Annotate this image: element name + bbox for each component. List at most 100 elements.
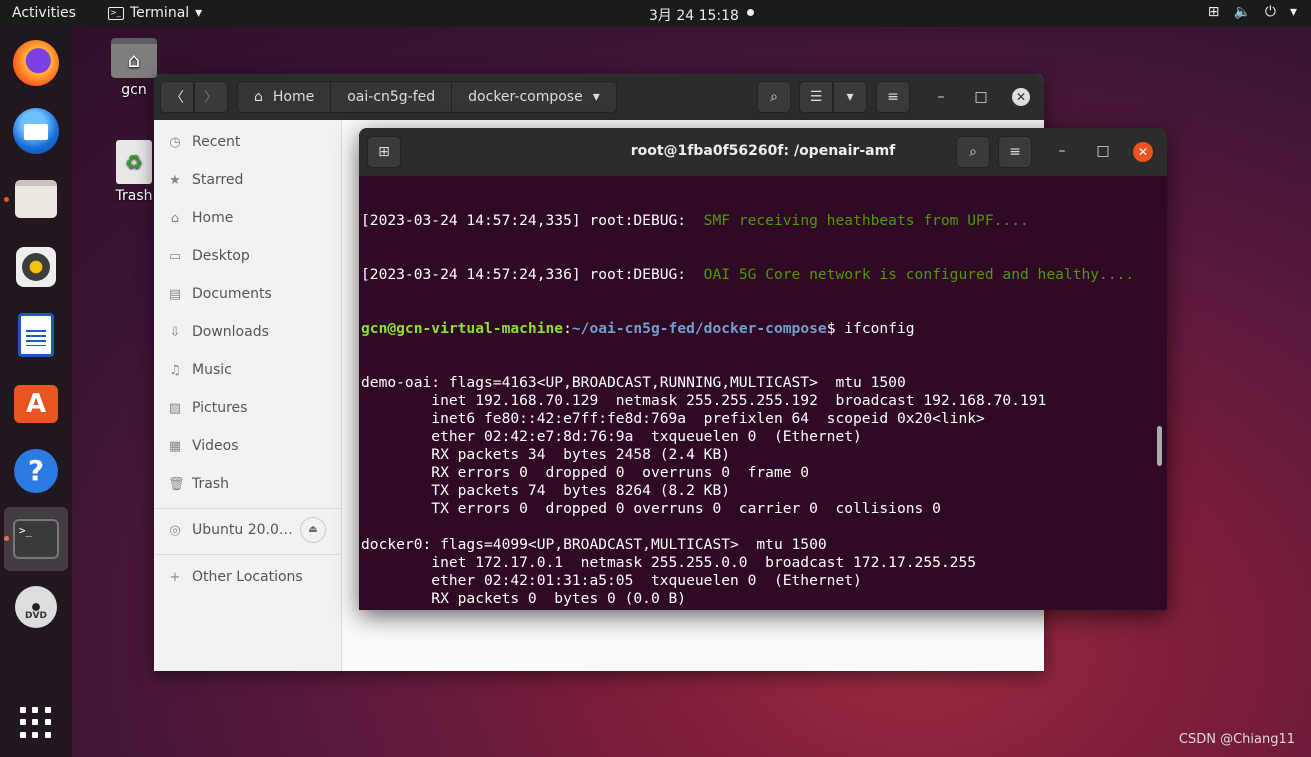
output-line: ether 02:42:e7:8d:76:9a txqueuelen 0 (Et… (361, 428, 862, 445)
ifconfig-output: demo-oai: flags=4163<UP,BROADCAST,RUNNIN… (361, 374, 1157, 610)
prompt-command: $ ifconfig (826, 320, 915, 337)
eject-button[interactable]: ⏏ (300, 517, 326, 543)
sidebar-item-pictures[interactable]: ▨ Pictures (168, 396, 248, 420)
sidebar-item-downloads[interactable]: ⇩ Downloads (168, 320, 269, 344)
breadcrumb-docker-compose[interactable]: docker-compose ▾ (452, 82, 616, 112)
sidebar-item-desktop[interactable]: ▭ Desktop (168, 244, 250, 268)
home-icon: ⌂ (254, 89, 263, 105)
watermark: CSDN @Chiang11 (1178, 732, 1295, 747)
sidebar-item-label: Recent (192, 134, 241, 150)
terminal-output[interactable]: [2023-03-24 14:57:24,335] root:DEBUG: SM… (361, 176, 1157, 610)
forward-button[interactable]: 〉 (194, 81, 228, 113)
log-message: SMF receiving heathbeats from UPF.... (703, 212, 1029, 229)
sidebar-item-label: Other Locations (192, 569, 303, 585)
dvd-icon: DVD (15, 586, 57, 628)
prompt-separator: : (563, 320, 572, 337)
chevron-down-icon: ▾ (592, 89, 600, 105)
log-prefix: [2023-03-24 14:57:24,336] root:DEBUG: (361, 266, 704, 283)
output-line: RX errors 0 dropped 0 overruns 0 frame 0 (361, 464, 810, 481)
breadcrumb-item: docker-compose (468, 89, 583, 105)
maximize-button[interactable]: □ (972, 88, 990, 106)
sidebar-item-volume[interactable]: ◎ Ubuntu 20.0… (168, 518, 293, 542)
desktop-folder-icon: ▭ (168, 248, 182, 264)
terminal-icon: >_ (108, 6, 124, 20)
download-icon: ⇩ (169, 324, 181, 340)
dock-terminal[interactable]: >_ (4, 507, 68, 571)
sidebar-item-label: Starred (192, 172, 244, 188)
dock-firefox[interactable] (10, 37, 62, 89)
sidebar-item-music[interactable]: ♫ Music (168, 358, 232, 382)
terminal-close-button[interactable]: ✕ (1133, 142, 1153, 162)
files-sidebar: ◷ Recent ★ Starred ⌂ Home ▭ Desktop ▤ Documen… (154, 120, 342, 671)
sidebar-item-label: Pictures (192, 400, 248, 416)
volume-icon: 🔈 (1233, 4, 1251, 20)
sidebar-item-documents[interactable]: ▤ Documents (168, 282, 272, 306)
dock-rhythmbox[interactable] (10, 241, 62, 293)
trash-icon: ♻ (116, 140, 152, 184)
app-menu-label: Terminal (130, 5, 190, 21)
show-applications-icon[interactable] (20, 707, 52, 739)
dock-thunderbird[interactable] (10, 105, 62, 157)
back-button[interactable]: 〈 (160, 81, 194, 113)
chevron-right-icon: 〉 (204, 90, 218, 106)
clock-icon: ◷ (169, 134, 181, 150)
sidebar-item-home[interactable]: ⌂ Home (168, 206, 233, 230)
eject-icon: ⏏ (308, 524, 318, 535)
clock[interactable]: 3月 24 15:18 (649, 5, 739, 25)
close-button[interactable]: ✕ (1012, 88, 1030, 106)
terminal-minimize-button[interactable]: – (1053, 142, 1071, 160)
top-bar: Activities >_ Terminal ▾ 3月 24 15:18 ⊞ 🔈… (0, 0, 1311, 27)
output-line: RX errors 0 dropped 0 overruns 0 frame 0 (361, 608, 1157, 610)
output-line: ether 02:42:01:31:a5:05 txqueuelen 0 (Et… (361, 572, 862, 589)
terminal-menu-button[interactable]: ≡ (998, 136, 1032, 168)
chevron-down-icon: ▾ (1289, 4, 1297, 20)
sidebar-item-starred[interactable]: ★ Starred (168, 168, 243, 192)
breadcrumb: ⌂ Home oai-cn5g-fed docker-compose ▾ (237, 81, 617, 113)
home-icon: ⌂ (170, 210, 180, 226)
trash-icon: 🗑 (168, 476, 185, 492)
breadcrumb-oai[interactable]: oai-cn5g-fed (331, 82, 453, 112)
dock-help[interactable]: ? (10, 445, 62, 497)
view-options-button[interactable]: ▾ (833, 81, 867, 113)
running-indicator-icon (4, 197, 9, 202)
star-icon: ★ (169, 172, 181, 188)
dock-files[interactable] (10, 173, 62, 225)
network-icon: ⊞ (1207, 4, 1220, 20)
terminal-window: ⊞ root@1fba0f56260f: /openair-amf ⌕ ≡ – … (359, 128, 1167, 610)
breadcrumb-item: Home (272, 89, 315, 105)
system-tray[interactable]: ⊞ 🔈 ⏻ ▾ (1208, 4, 1297, 20)
sidebar-item-trash[interactable]: 🗑 Trash (168, 472, 229, 496)
terminal-headerbar: ⊞ root@1fba0f56260f: /openair-amf ⌕ ≡ – … (359, 128, 1167, 176)
minimize-button[interactable]: – (932, 88, 950, 106)
activities-button[interactable]: Activities (12, 5, 76, 21)
sidebar-divider (154, 508, 342, 509)
chevron-left-icon: 〈 (170, 90, 184, 106)
sidebar-item-videos[interactable]: ▦ Videos (168, 434, 239, 458)
terminal-maximize-button[interactable]: □ (1094, 142, 1112, 160)
sidebar-item-other-locations[interactable]: + Other Locations (168, 565, 303, 589)
disc-icon: ◎ (169, 522, 181, 538)
dock-software[interactable]: A (10, 375, 62, 427)
output-line: demo-oai: flags=4163<UP,BROADCAST,RUNNIN… (361, 374, 906, 391)
sidebar-item-recent[interactable]: ◷ Recent (168, 130, 240, 154)
desktop-home-label: gcn (121, 82, 147, 98)
terminal-search-button[interactable]: ⌕ (956, 136, 990, 168)
log-line: [2023-03-24 14:57:24,335] root:DEBUG: SM… (361, 212, 1157, 230)
breadcrumb-home[interactable]: ⌂ Home (238, 82, 332, 112)
files-icon (15, 180, 57, 218)
dock-writer[interactable] (10, 309, 62, 361)
sidebar-item-label: Music (192, 362, 232, 378)
software-store-icon: A (14, 385, 58, 423)
search-button[interactable]: ⌕ (757, 81, 791, 113)
view-list-button[interactable]: ☰ (799, 81, 833, 113)
output-line: docker0: flags=4099<UP,BROADCAST,MULTICA… (361, 536, 827, 553)
output-line: inet 192.168.70.129 netmask 255.255.255.… (361, 392, 1047, 409)
terminal-scrollbar[interactable] (1157, 426, 1162, 466)
search-icon: ⌕ (770, 89, 778, 105)
hamburger-menu-icon: ≡ (1009, 144, 1021, 160)
dock-dvd[interactable]: DVD (10, 581, 62, 633)
app-menu[interactable]: >_ Terminal ▾ (108, 5, 202, 21)
document-icon: ▤ (168, 286, 182, 302)
menu-button[interactable]: ≡ (876, 81, 910, 113)
